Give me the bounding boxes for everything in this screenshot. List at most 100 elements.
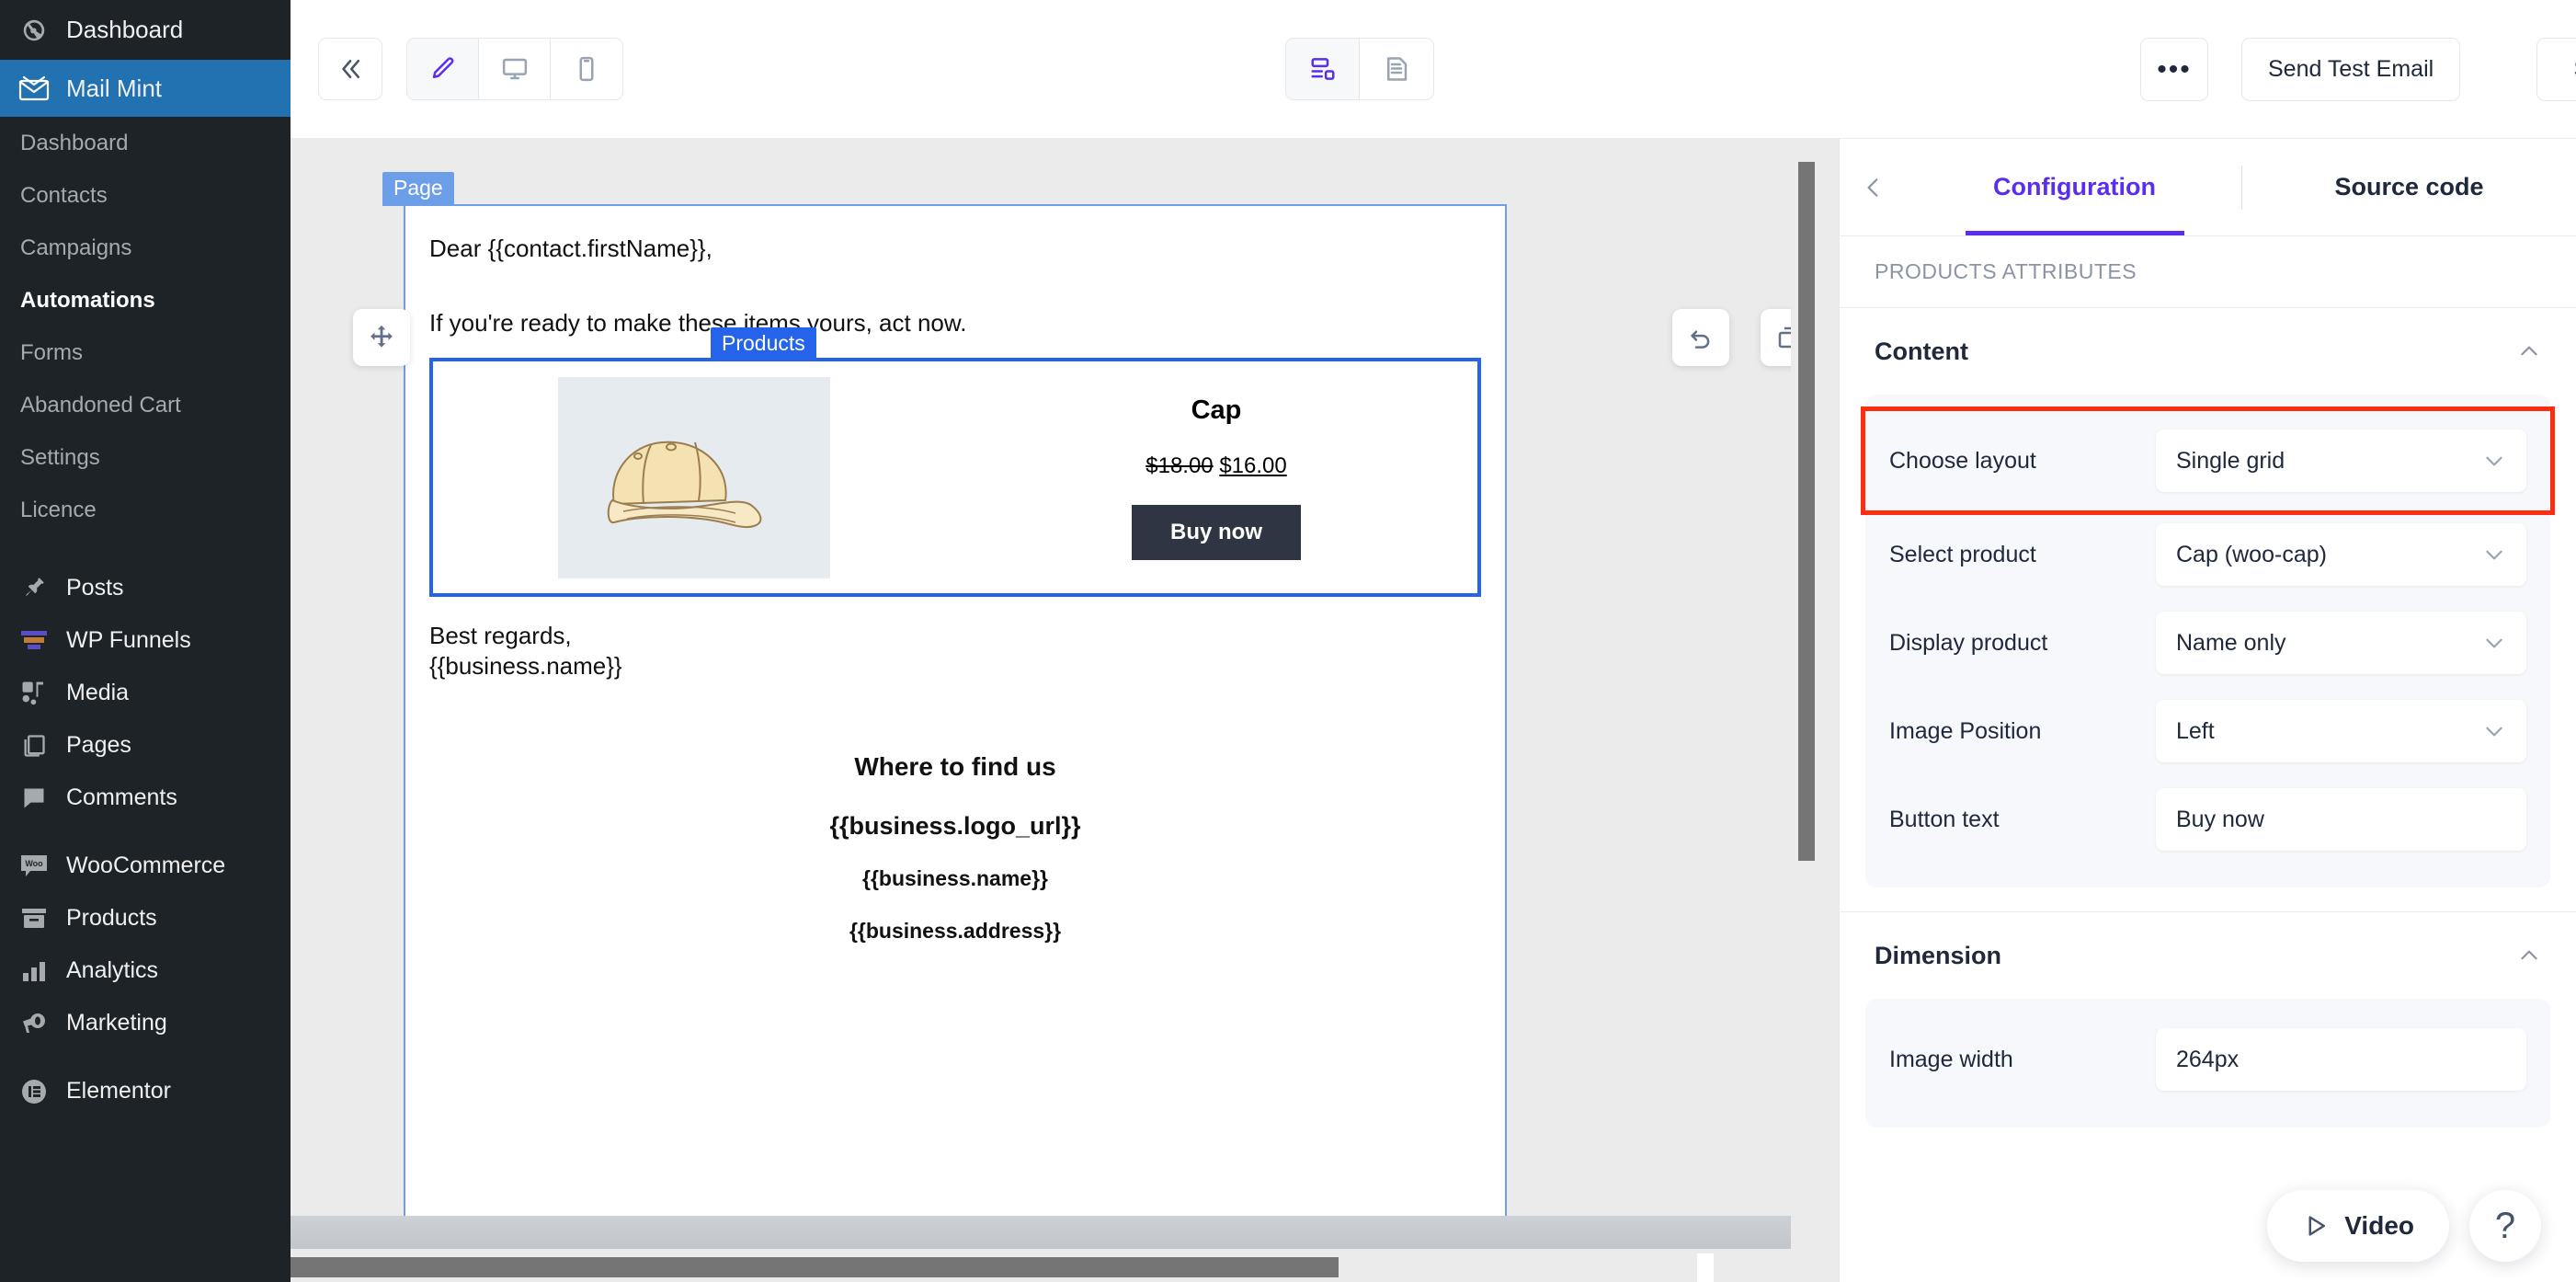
select-product-select[interactable]: Cap (woo-cap) [2156, 523, 2526, 586]
sidebar-separator-3 [0, 1049, 291, 1065]
chevron-up-icon[interactable] [2517, 944, 2541, 967]
undo-block-button[interactable] [1672, 309, 1729, 366]
sidebar-item-media[interactable]: Media [0, 667, 291, 719]
footer-business-name[interactable]: {{business.name}} [429, 866, 1481, 891]
sidebar-item-label: Comments [66, 784, 177, 810]
sidebar-item-posts[interactable]: Posts [0, 562, 291, 614]
email-signoff-line2[interactable]: {{business.name}} [429, 651, 1481, 681]
sidebar-item-elementor[interactable]: Elementor [0, 1065, 291, 1117]
sidebar-subitem-forms[interactable]: Forms [0, 326, 291, 379]
tab-label: Configuration [1993, 173, 2156, 200]
choose-layout-select[interactable]: Single grid [2156, 429, 2526, 492]
sidebar-item-label: Posts [66, 575, 124, 601]
chevron-up-icon[interactable] [2517, 339, 2541, 363]
scroll-corner [1697, 1253, 1714, 1282]
collapse-sidebar-button[interactable] [318, 38, 382, 100]
sidebar-subitem-label: Campaigns [20, 235, 132, 260]
footer-spacer-2 [429, 841, 1481, 866]
sidebar-item-woocommerce[interactable]: Woo WooCommerce [0, 840, 291, 892]
panel-back-button[interactable] [1840, 139, 1908, 235]
sidebar-subitem-label: Settings [20, 444, 100, 470]
desktop-preview-button[interactable] [479, 39, 551, 99]
sidebar-item-dashboard-top[interactable]: Dashboard [0, 0, 291, 60]
canvas-vertical-scrollbar[interactable] [1791, 139, 1839, 1282]
sidebar-subitem-label: Forms [20, 339, 83, 365]
panel-section-label: PRODUCTS ATTRIBUTES [1840, 236, 2576, 308]
button-text-label: Button text [1889, 806, 2000, 832]
send-test-email-button[interactable]: Send Test Email [2241, 37, 2461, 101]
footer-spacer-1 [429, 782, 1481, 812]
blocks-view-button[interactable] [1286, 39, 1360, 99]
video-help-button[interactable]: Video [2267, 1190, 2449, 1262]
vertical-scroll-thumb[interactable] [1798, 162, 1815, 861]
image-width-value: 264px [2176, 1046, 2240, 1072]
buy-now-button[interactable]: Buy now [1132, 504, 1301, 560]
sidebar-subitem-contacts[interactable]: Contacts [0, 169, 291, 222]
product-info: Cap $18.00 $16.00 Buy now [955, 395, 1477, 560]
canvas-horizontal-scrollbar[interactable] [291, 1249, 1838, 1282]
sidebar-subitem-dashboard[interactable]: Dashboard [0, 117, 291, 169]
configuration-panel: Configuration Source code PRODUCTS ATTRI… [1839, 139, 2576, 1282]
button-text-input[interactable]: Buy now [2156, 788, 2526, 851]
sidebar-subitem-licence[interactable]: Licence [0, 484, 291, 536]
sidebar-item-products[interactable]: Products [0, 892, 291, 944]
more-options-button[interactable]: ••• [2140, 37, 2208, 101]
email-intro[interactable]: If you're ready to make these items your… [429, 308, 1481, 338]
page-badge[interactable]: Page [382, 172, 454, 206]
products-block[interactable]: Products Cap $18.00 $16.00 Buy now [429, 327, 1481, 597]
sidebar-item-label: WooCommerce [66, 853, 226, 878]
accordion-header-content[interactable]: Content [1840, 308, 2576, 395]
document-view-button[interactable] [1360, 39, 1433, 99]
mobile-preview-button[interactable] [551, 39, 622, 99]
image-position-label: Image Position [1889, 717, 2042, 744]
chevron-down-icon [2482, 719, 2506, 743]
sidebar-subitem-campaigns[interactable]: Campaigns [0, 222, 291, 274]
email-greeting[interactable]: Dear {{contact.firstName}}, [429, 234, 1481, 264]
sidebar-subitem-automations[interactable]: Automations [0, 274, 291, 326]
image-width-label: Image width [1889, 1046, 2013, 1072]
horizontal-scroll-thumb[interactable] [291, 1257, 1339, 1277]
sidebar-item-wp-funnels[interactable]: WP Funnels [0, 614, 291, 667]
sidebar-item-mail-mint[interactable]: Mail Mint [0, 60, 291, 117]
tab-source-code[interactable]: Source code [2242, 139, 2576, 235]
products-badge[interactable]: Products [711, 327, 816, 361]
comment-icon [15, 781, 53, 816]
sidebar-subitem-abandoned-cart[interactable]: Abandoned Cart [0, 379, 291, 431]
row-image-position: Image Position Left [1865, 687, 2550, 775]
chevron-down-icon [2482, 449, 2506, 473]
pin-icon [15, 571, 53, 606]
email-signoff-line1[interactable]: Best regards, [429, 621, 1481, 651]
sidebar-item-analytics[interactable]: Analytics [0, 944, 291, 997]
sidebar-subitem-label: Licence [20, 497, 97, 522]
question-icon: ? [2494, 1205, 2516, 1246]
dashboard-icon [15, 13, 53, 48]
mobile-icon [573, 55, 600, 83]
edit-mode-button[interactable] [407, 39, 479, 99]
footer-address[interactable]: {{business.address}} [429, 919, 1481, 944]
pencil-icon [429, 55, 457, 83]
save-button[interactable]: Save [2536, 37, 2576, 101]
media-icon [15, 676, 53, 711]
sidebar-subitem-label: Abandoned Cart [20, 392, 181, 418]
help-button[interactable]: ? [2469, 1190, 2541, 1262]
undo-icon [1687, 324, 1715, 351]
analytics-icon [15, 954, 53, 989]
footer-heading[interactable]: Where to find us [429, 752, 1481, 782]
sidebar-item-pages[interactable]: Pages [0, 719, 291, 772]
tab-configuration[interactable]: Configuration [1908, 139, 2241, 235]
image-position-select[interactable]: Left [2156, 700, 2526, 762]
sidebar-subitem-settings[interactable]: Settings [0, 431, 291, 484]
megaphone-icon [15, 1006, 53, 1041]
move-block-handle[interactable] [353, 309, 410, 366]
content-settings-card: Choose layout Single grid Select product… [1861, 395, 2555, 887]
sidebar-item-marketing[interactable]: Marketing [0, 997, 291, 1049]
sidebar-subitem-label: Contacts [20, 182, 108, 208]
select-product-label: Select product [1889, 541, 2036, 567]
email-page-body[interactable]: Dear {{contact.firstName}}, If you're re… [404, 204, 1507, 1282]
chevrons-left-icon [336, 55, 364, 83]
footer-logo-token[interactable]: {{business.logo_url}} [429, 812, 1481, 841]
accordion-header-dimension[interactable]: Dimension [1840, 912, 2576, 999]
sidebar-item-comments[interactable]: Comments [0, 772, 291, 824]
display-product-select[interactable]: Name only [2156, 612, 2526, 674]
image-width-input[interactable]: 264px [2156, 1028, 2526, 1091]
